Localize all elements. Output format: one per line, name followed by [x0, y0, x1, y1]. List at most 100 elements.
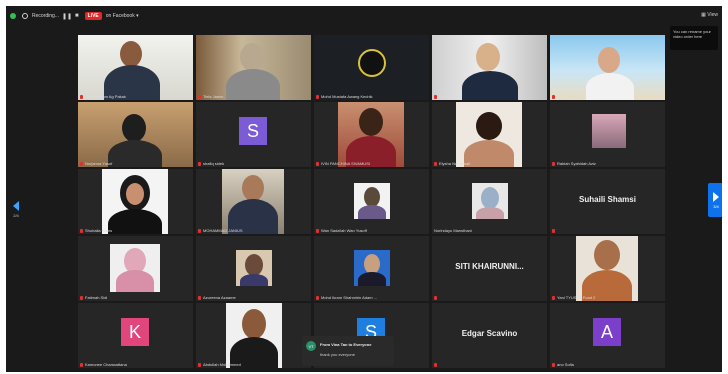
participant-name: Rabiah Syahidah Aziz — [552, 161, 596, 166]
muted-mic-icon — [198, 94, 201, 99]
next-page-button[interactable]: 3/4 — [708, 183, 722, 217]
muted-mic-icon — [198, 161, 201, 166]
participant-name: Norjanna Yusof — [80, 161, 112, 166]
participant-tile[interactable]: Yani TYUSUF Fuad 2 — [550, 236, 665, 301]
participant-video — [102, 169, 168, 234]
muted-mic-icon — [80, 228, 83, 233]
participant-name — [434, 363, 439, 367]
muted-mic-icon — [552, 161, 555, 166]
page-indicator-left: 2/4 — [13, 212, 19, 218]
participant-name: SYAHIRA ADAM — [552, 94, 587, 99]
participant-tile[interactable]: MOHAMMAD JANIUS — [196, 169, 311, 234]
participant-video — [78, 35, 193, 100]
chat-message: thank you everyone — [320, 352, 355, 357]
participant-video — [576, 236, 638, 301]
participant-tile[interactable]: Saiful Mizam Ag Pakak — [78, 35, 193, 100]
chevron-down-icon: ▾ — [136, 13, 139, 19]
muted-mic-icon — [198, 362, 201, 367]
stop-recording-icon[interactable]: ■ — [75, 13, 79, 19]
participant-name: Fatimah Sidi — [80, 295, 107, 300]
participant-video — [222, 169, 284, 234]
participant-video — [78, 102, 193, 167]
participant-tile[interactable]: IVIN PANCHINA SIVAMUSI — [314, 102, 429, 167]
participant-avatar — [236, 250, 272, 286]
participant-tile[interactable]: SITI KHAIRUNNI... — [432, 236, 547, 301]
participant-name: MOHAMMAD JANIUS — [198, 228, 243, 233]
live-destination-label: on Facebook — [105, 13, 135, 19]
participant-name: Elysha Nur Ismail — [434, 161, 470, 166]
muted-mic-icon — [316, 161, 319, 166]
participant-video — [432, 35, 547, 100]
participant-avatar — [472, 183, 508, 219]
participant-name — [434, 296, 439, 300]
recording-status: Recording... — [32, 13, 59, 19]
muted-mic-icon — [552, 295, 555, 300]
pause-recording-icon[interactable]: ❚❚ — [62, 13, 72, 20]
chat-sender: From Vina Tan to Everyone — [320, 342, 372, 347]
participant-avatar: K — [121, 318, 149, 346]
participant-tile[interactable]: Suhaili Shamsi — [550, 169, 665, 234]
participant-tile[interactable]: Norjanna Yusof — [78, 102, 193, 167]
participant-tile[interactable]: A ano Sofia — [550, 303, 665, 368]
participant-tile[interactable]: Fatimah Sidi — [78, 236, 193, 301]
participant-name: Saiful Mizam Ag Pakak — [80, 94, 126, 99]
participant-tile[interactable]: Edgar Scavino — [432, 303, 547, 368]
page-indicator-right: 3/4 — [713, 203, 719, 209]
participant-video — [338, 102, 404, 167]
participant-name: Azureena Azaame — [198, 295, 236, 300]
chevron-right-icon — [713, 191, 719, 202]
muted-mic-icon — [80, 362, 83, 367]
participant-tile[interactable]: Azureena Azaame — [196, 236, 311, 301]
participant-name: Norindayu Mansthani — [434, 228, 472, 233]
zoom-meeting-window: Recording... ❚❚ ■ LIVE on Facebook ▾ ▦ V… — [6, 6, 722, 372]
muted-mic-icon — [80, 94, 83, 99]
participant-name: Mohd Mustafa Awang Kechik — [316, 94, 373, 99]
participant-name: Abdullah Mohammed — [198, 362, 241, 367]
muted-mic-icon — [198, 295, 201, 300]
muted-mic-icon — [434, 161, 437, 166]
participant-video — [196, 35, 311, 100]
participant-tile[interactable]: SYAHIRA ADAM — [550, 35, 665, 100]
participant-avatar: A — [593, 318, 621, 346]
participant-video — [110, 244, 160, 292]
muted-mic-icon — [198, 228, 201, 233]
participant-display-name: Suhaili Shamsi — [579, 195, 636, 204]
grid-view-icon: ▦ — [701, 12, 706, 18]
participant-tile[interactable]: Norindayu Mansthani — [432, 169, 547, 234]
participant-tile[interactable]: Wan Sadzilah Wan Yusoff — [314, 169, 429, 234]
live-destination-dropdown[interactable]: on Facebook ▾ — [106, 13, 139, 19]
participant-tile[interactable]: S shafiq sidek — [196, 102, 311, 167]
rename-order-tooltip: You can rename your video order here — [670, 26, 718, 50]
participant-name: Kamonee Chanwattana — [80, 362, 127, 367]
participant-display-name: Edgar Scavino — [461, 329, 518, 338]
security-shield-icon[interactable] — [10, 13, 16, 19]
participant-name: shafiq sidek — [198, 161, 224, 166]
meeting-top-bar: Recording... ❚❚ ■ LIVE on Facebook ▾ — [6, 6, 722, 26]
participant-tile[interactable]: Abdullah Mohammed — [196, 303, 311, 368]
participant-name: Yani TYUSUF Fuad 2 — [552, 295, 595, 300]
gallery-grid: Saiful Mizam Ag Pakak Tiela Jamin Mohd M… — [78, 35, 667, 370]
muted-mic-icon — [552, 94, 555, 99]
view-button[interactable]: ▦ View — [701, 12, 718, 18]
muted-mic-icon — [80, 295, 83, 300]
participant-video — [226, 303, 282, 368]
participant-tile[interactable]: Tiela Jamin — [196, 35, 311, 100]
participant-tile[interactable]: Mohd Ikram Shahmirin Adam ... — [314, 236, 429, 301]
muted-mic-icon — [434, 363, 437, 367]
participant-tile[interactable]: Shuhaila Hams — [78, 169, 193, 234]
participant-tile[interactable]: K Kamonee Chanwattana — [78, 303, 193, 368]
participant-name: ano Sofia — [552, 362, 574, 367]
participant-tile[interactable]: Rabiah Syahidah Aziz — [550, 102, 665, 167]
participant-name: Tiela Jamin — [198, 94, 223, 99]
previous-page-button[interactable]: 2/4 — [8, 192, 24, 226]
participant-tile[interactable]: Mohd Mustafa Awang Kechik — [314, 35, 429, 100]
participant-video — [456, 102, 522, 167]
recording-icon — [22, 13, 28, 19]
muted-mic-icon — [316, 94, 319, 99]
chat-notification[interactable]: VT From Vina Tan to Everyone thank you e… — [302, 336, 394, 366]
participant-tile[interactable]: SEOW TAC — [432, 35, 547, 100]
muted-mic-icon — [552, 229, 555, 233]
participant-name — [552, 229, 557, 233]
participant-video — [550, 35, 665, 100]
participant-tile[interactable]: Elysha Nur Ismail — [432, 102, 547, 167]
